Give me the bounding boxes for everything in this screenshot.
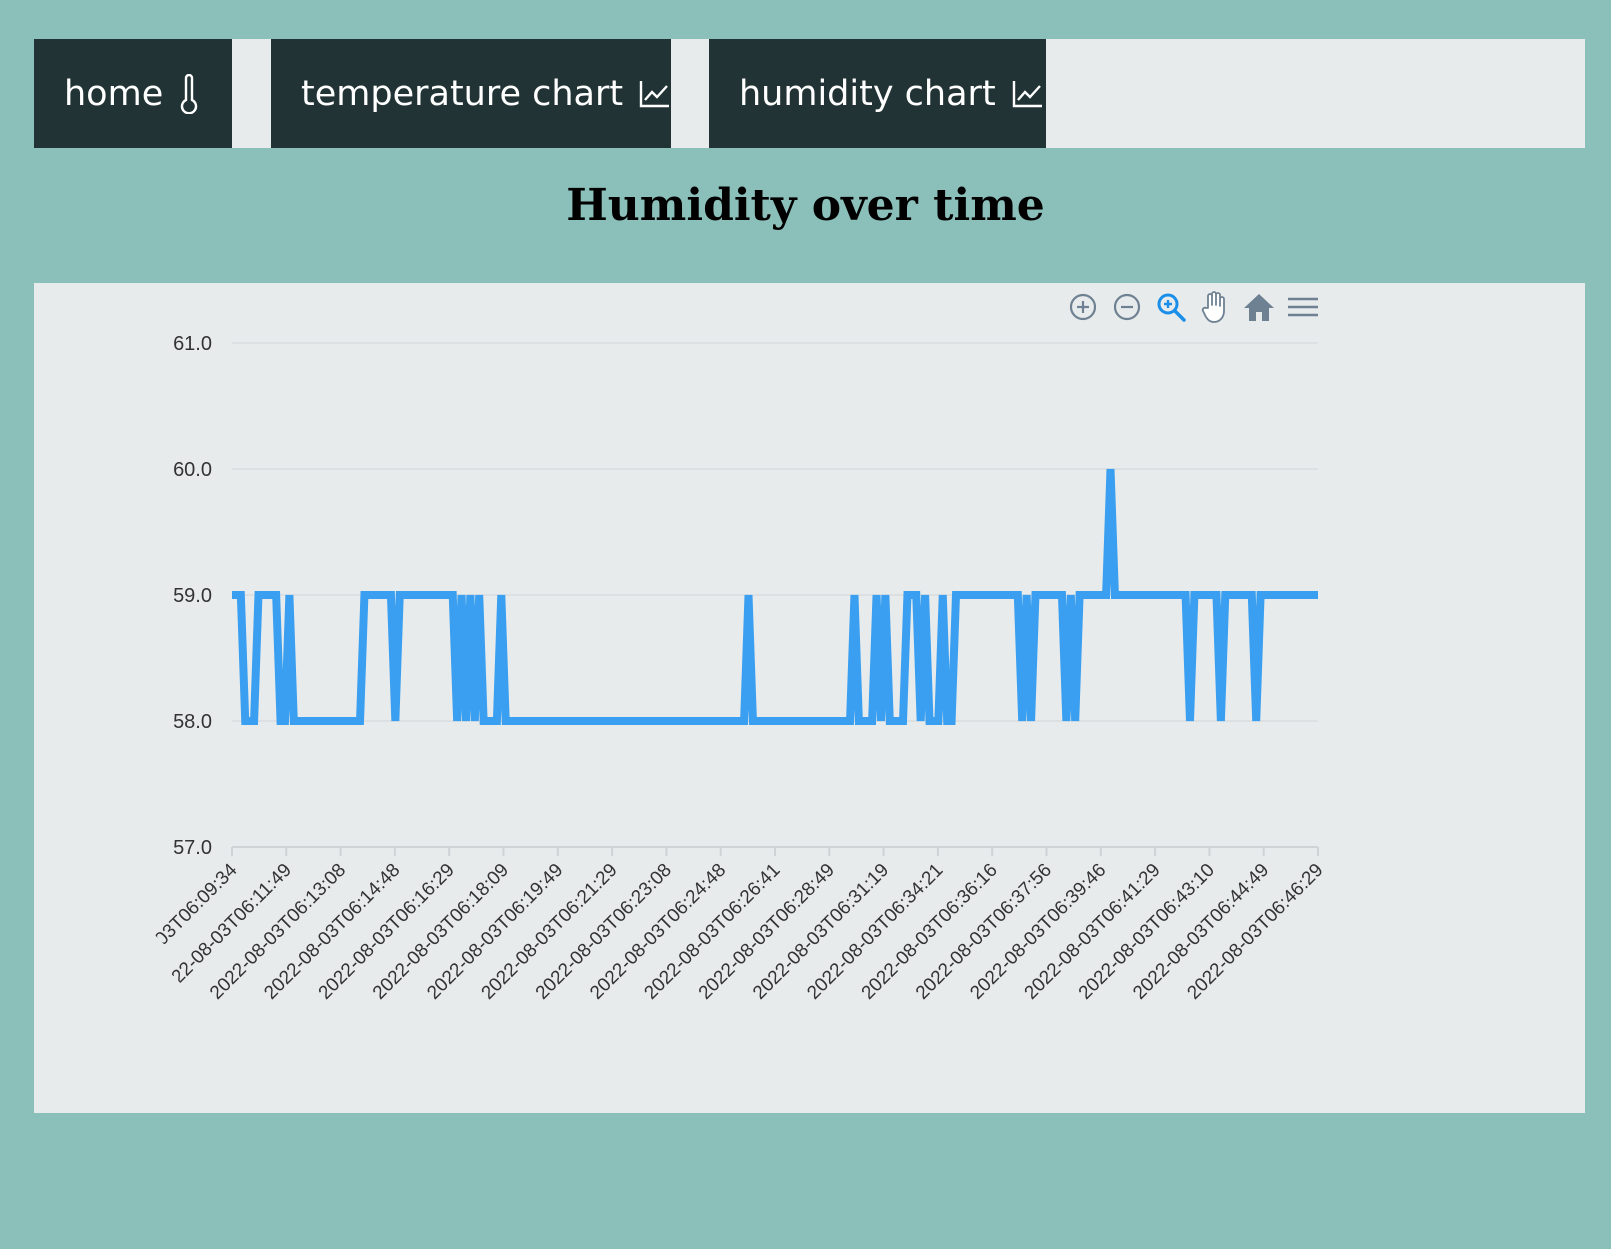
menu-icon[interactable]	[1286, 290, 1320, 324]
y-tick-label: 57.0	[173, 837, 212, 859]
y-tick-label: 59.0	[173, 585, 212, 607]
selection-zoom-icon[interactable]	[1154, 290, 1188, 324]
y-tick-label: 58.0	[173, 711, 212, 733]
zoom-in-icon[interactable]	[1066, 290, 1100, 324]
zoom-out-icon[interactable]	[1110, 290, 1144, 324]
y-tick-label: 61.0	[173, 333, 212, 355]
chart-toolbar	[1066, 290, 1320, 324]
y-tick-label: 60.0	[173, 459, 212, 481]
pan-icon[interactable]	[1198, 290, 1232, 324]
reset-zoom-home-icon[interactable]	[1242, 290, 1276, 324]
humidity-chart: 57.058.059.060.061.02022-08-03T06:09:342…	[97, 333, 1327, 1004]
